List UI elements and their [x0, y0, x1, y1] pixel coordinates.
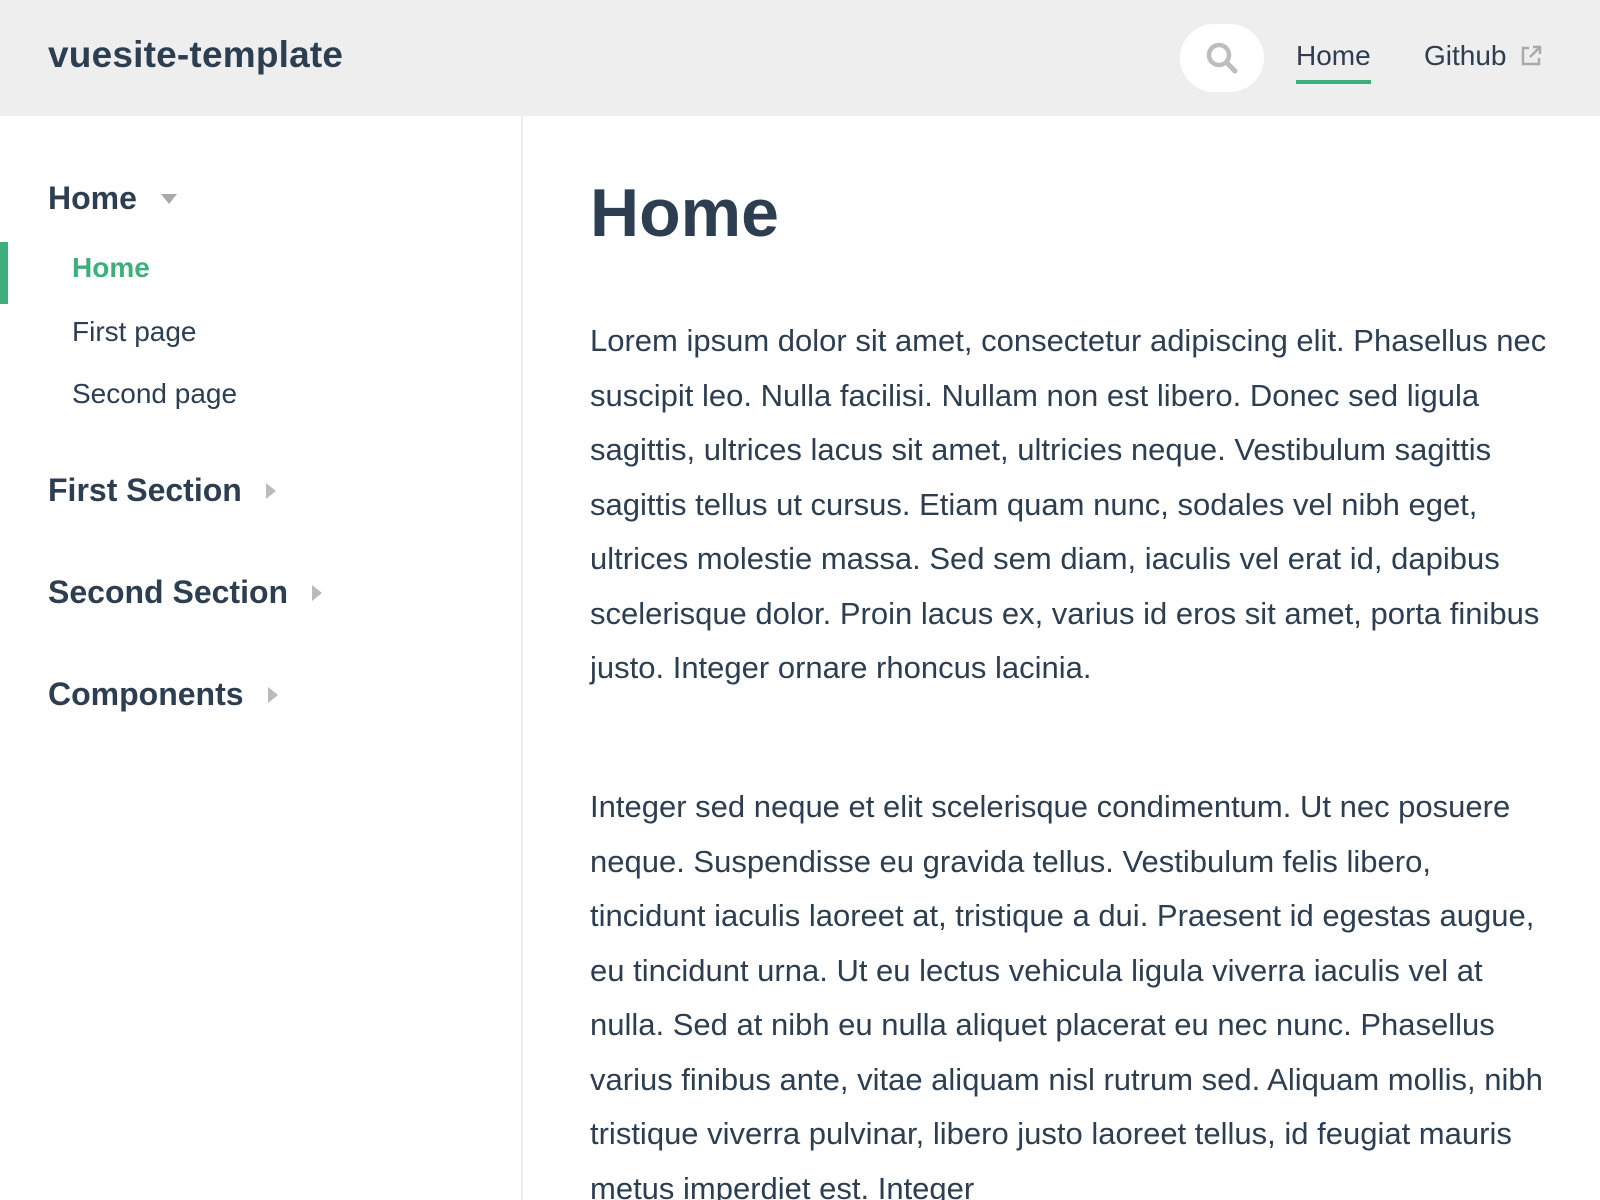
sidebar: Home Home First page Second page First S… — [0, 116, 523, 1200]
sidebar-group-home[interactable]: Home — [48, 180, 177, 217]
sidebar-item-first-page[interactable]: First page — [72, 316, 197, 348]
sidebar-group-title: Components — [48, 676, 244, 712]
search-icon — [1206, 42, 1238, 74]
caret-right-icon — [312, 584, 323, 601]
active-item-indicator — [0, 242, 8, 304]
nav-link-github-label: Github — [1424, 40, 1507, 71]
site-title[interactable]: vuesite-template — [48, 34, 343, 76]
sidebar-group-title: Home — [48, 180, 137, 216]
sidebar-group-second-section[interactable]: Second Section — [48, 574, 323, 611]
navbar: vuesite-template Home Github — [0, 0, 1600, 116]
sidebar-item-second-page[interactable]: Second page — [72, 378, 237, 410]
sidebar-group-title: Second Section — [48, 574, 289, 610]
sidebar-group-first-section[interactable]: First Section — [48, 472, 276, 509]
paragraph: Integer sed neque et elit scelerisque co… — [590, 789, 1543, 1200]
search-button[interactable] — [1180, 24, 1264, 92]
page-title: Home — [590, 175, 779, 251]
nav-link-github[interactable]: Github — [1424, 40, 1543, 72]
caret-right-icon — [267, 686, 278, 703]
nav-link-home[interactable]: Home — [1296, 40, 1371, 84]
sidebar-group-components[interactable]: Components — [48, 676, 278, 713]
external-link-icon — [1521, 45, 1541, 66]
caret-right-icon — [265, 482, 276, 499]
caret-down-icon — [160, 193, 177, 204]
paragraph: Lorem ipsum dolor sit amet, consectetur … — [590, 323, 1547, 685]
sidebar-group-title: First Section — [48, 472, 242, 508]
sidebar-item-home[interactable]: Home — [72, 252, 150, 284]
